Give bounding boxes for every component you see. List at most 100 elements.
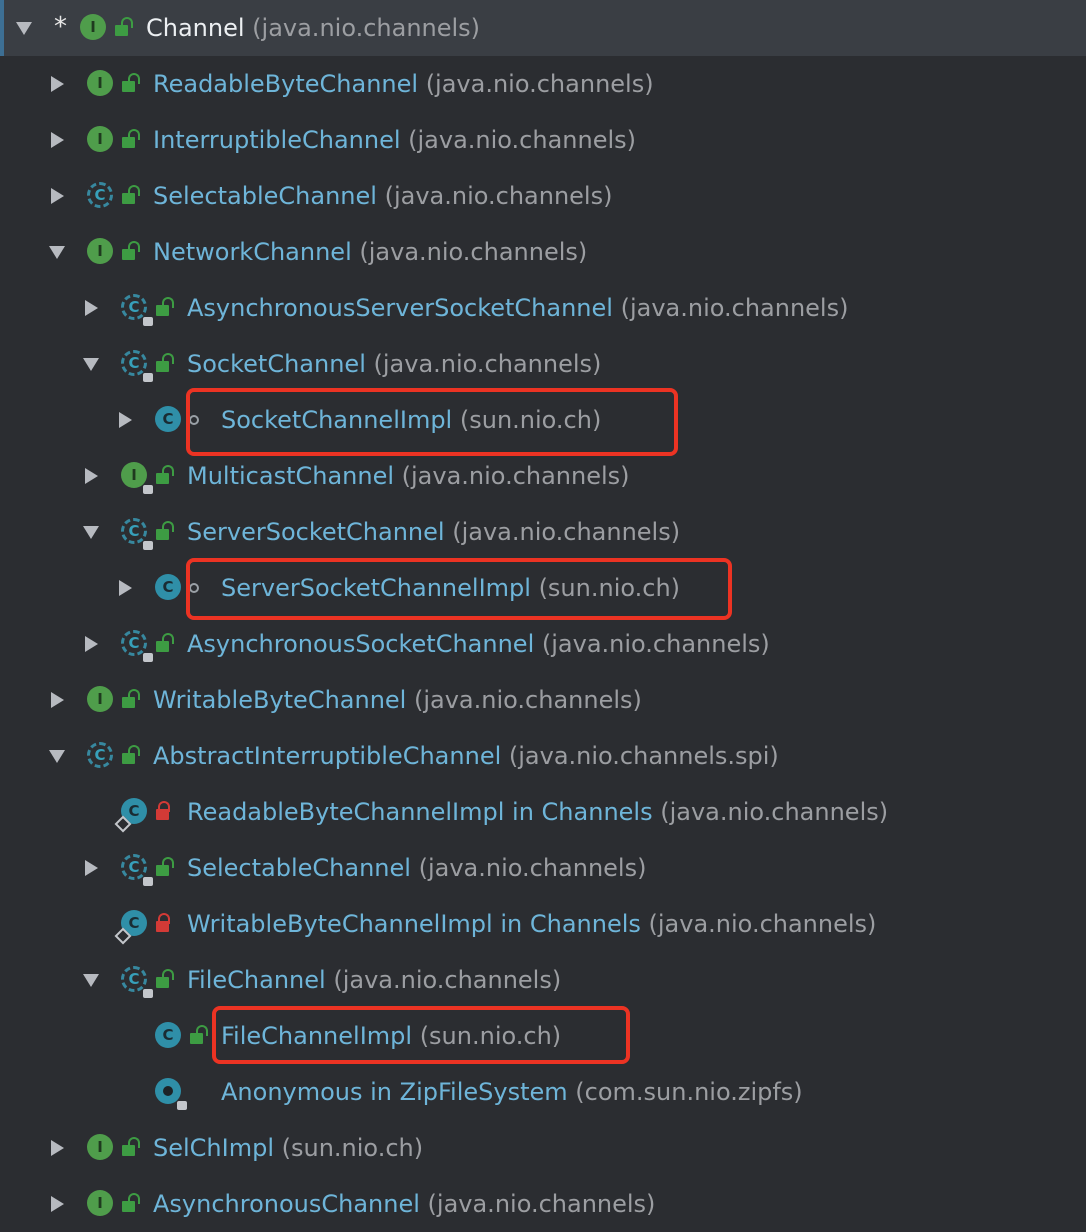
public-lock-icon — [155, 297, 174, 317]
class-name: MulticastChannel — [187, 462, 395, 490]
tree-node-label: FileChannel (java.nio.channels) — [187, 952, 561, 1008]
tree-node-interruptiblechannel[interactable]: I InterruptibleChannel (java.nio.channels… — [0, 112, 1086, 168]
abstract-class-icon: C — [121, 518, 153, 550]
tree-node-label: SelectableChannel (java.nio.channels) — [153, 168, 612, 224]
expand-arrow-right-icon[interactable] — [45, 112, 69, 168]
tree-node-asynchronoussocketchannel[interactable]: C AsynchronousSocketChannel (java.nio.cha… — [0, 616, 1086, 672]
expand-arrow-right-icon[interactable] — [79, 840, 103, 896]
package-name: (sun.nio.ch) — [452, 406, 602, 434]
tree-node-label: NetworkChannel (java.nio.channels) — [153, 224, 587, 280]
tree-node-socketchannel[interactable]: C SocketChannel (java.nio.channels) — [0, 336, 1086, 392]
package-name: (java.nio.channels) — [400, 126, 637, 154]
package-name: (java.nio.channels) — [534, 630, 770, 658]
expand-arrow-right-icon[interactable] — [79, 280, 103, 336]
expand-arrow-right-icon[interactable] — [45, 56, 69, 112]
tree-node-label: ServerSocketChannelImpl (sun.nio.ch) — [221, 560, 680, 616]
tree-node-channel[interactable]: * I Channel (java.nio.channels) — [0, 0, 1086, 56]
expand-arrow-down-icon[interactable] — [12, 0, 36, 56]
expand-arrow-right-icon[interactable] — [79, 616, 103, 672]
class-icon: C — [155, 406, 185, 436]
expand-arrow-right-icon[interactable] — [113, 392, 137, 448]
tree-node-label: SocketChannel (java.nio.channels) — [187, 336, 601, 392]
tree-node-serversocketchannelimpl[interactable]: C ServerSocketChannelImpl (sun.nio.ch) — [0, 560, 1086, 616]
class-name: FileChannelImpl — [221, 1022, 413, 1050]
package-name: (java.nio.channels) — [376, 182, 613, 210]
tree-node-label: AsynchronousSocketChannel (java.nio.chan… — [187, 616, 770, 672]
public-lock-icon — [155, 857, 174, 877]
tree-node-label: SocketChannelImpl (sun.nio.ch) — [221, 392, 601, 448]
tree-node-label: ReadableByteChannelImpl in Channels (jav… — [187, 784, 888, 840]
class-name: ServerSocketChannel — [187, 518, 445, 546]
tree-node-selectablechannel[interactable]: C SelectableChannel (java.nio.channels) — [0, 168, 1086, 224]
tree-node-networkchannel[interactable]: I NetworkChannel (java.nio.channels) — [0, 224, 1086, 280]
tree-node-label: AsynchronousServerSocketChannel (java.ni… — [187, 280, 848, 336]
public-lock-icon — [155, 353, 174, 373]
public-lock-icon — [155, 521, 174, 541]
tree-node-asynchronouschannel[interactable]: I AsynchronousChannel (java.nio.channels) — [0, 1176, 1086, 1232]
interface-icon: I — [87, 70, 117, 100]
class-name: AsynchronousServerSocketChannel — [187, 294, 613, 322]
public-lock-icon — [189, 1025, 208, 1045]
abstract-class-icon: C — [121, 966, 153, 998]
tree-node-label: SelectableChannel (java.nio.channels) — [187, 840, 646, 896]
tree-node-selectablechannel[interactable]: C SelectableChannel (java.nio.channels) — [0, 840, 1086, 896]
tree-node-socketchannelimpl[interactable]: C SocketChannelImpl (sun.nio.ch) — [0, 392, 1086, 448]
expand-arrow-down-icon[interactable] — [79, 952, 103, 1008]
class-name: SocketChannel — [187, 350, 366, 378]
expand-arrow-right-icon[interactable] — [45, 1120, 69, 1176]
tree-node-label: Channel (java.nio.channels) — [146, 0, 480, 56]
tree-node-readablebytechannelimpl-in-channels[interactable]: C ReadableByteChannelImpl in Channels (ja… — [0, 784, 1086, 840]
package-name: (java.nio.channels) — [444, 518, 681, 546]
class-icon: C — [155, 1022, 185, 1052]
class-name: WritableByteChannelImpl in Channels — [187, 910, 641, 938]
public-lock-icon — [114, 17, 133, 37]
class-name: AbstractInterruptibleChannel — [153, 742, 502, 770]
expand-arrow-right-icon[interactable] — [113, 560, 137, 616]
class-name: AsynchronousChannel — [153, 1190, 420, 1218]
package-name: (java.nio.channels) — [640, 910, 877, 938]
tree-node-multicastchannel[interactable]: I MulticastChannel (java.nio.channels) — [0, 448, 1086, 504]
public-lock-icon — [121, 241, 140, 261]
tree-node-readablebytechannel[interactable]: I ReadableByteChannel (java.nio.channels) — [0, 56, 1086, 112]
expand-arrow-right-icon[interactable] — [45, 672, 69, 728]
root-marker: * — [54, 12, 67, 42]
interface-icon: I — [87, 126, 117, 156]
public-lock-icon — [121, 745, 140, 765]
tree-node-serversocketchannel[interactable]: C ServerSocketChannel (java.nio.channels) — [0, 504, 1086, 560]
expand-arrow-down-icon[interactable] — [45, 728, 69, 784]
tree-node-writablebytechannel[interactable]: I WritableByteChannel (java.nio.channels) — [0, 672, 1086, 728]
tree-node-label: Anonymous in ZipFileSystem (com.sun.nio.… — [221, 1064, 803, 1120]
type-hierarchy-tree: * I Channel (java.nio.channels) I ReadableBy… — [0, 0, 1086, 1232]
class-name: ReadableByteChannel — [153, 70, 419, 98]
expand-arrow-down-icon[interactable] — [45, 224, 69, 280]
class-name: Anonymous in ZipFileSystem — [221, 1078, 568, 1106]
tree-node-writablebytechannelimpl-in-channels[interactable]: C WritableByteChannelImpl in Channels (ja… — [0, 896, 1086, 952]
tree-node-asynchronousserversocketchannel[interactable]: C AsynchronousServerSocketChannel (java.n… — [0, 280, 1086, 336]
package-name: (java.nio.channels) — [365, 350, 602, 378]
expand-arrow-down-icon[interactable] — [79, 336, 103, 392]
public-lock-icon — [155, 465, 174, 485]
package-private-icon — [189, 583, 199, 593]
package-name: (java.nio.channels) — [351, 238, 588, 266]
public-lock-icon — [121, 73, 140, 93]
expand-arrow-right-icon[interactable] — [45, 168, 69, 224]
expand-arrow-right-icon[interactable] — [79, 448, 103, 504]
tree-node-label: AbstractInterruptibleChannel (java.nio.c… — [153, 728, 779, 784]
abstract-class-icon: C — [121, 854, 153, 886]
package-name: (sun.nio.ch) — [412, 1022, 562, 1050]
interface-icon: I — [87, 1190, 117, 1220]
tree-node-filechannel[interactable]: C FileChannel (java.nio.channels) — [0, 952, 1086, 1008]
package-name: (sun.nio.ch) — [274, 1134, 424, 1162]
tree-node-label: InterruptibleChannel (java.nio.channels) — [153, 112, 636, 168]
interface-icon: I — [121, 462, 153, 494]
tree-node-selchimpl[interactable]: I SelChImpl (sun.nio.ch) — [0, 1120, 1086, 1176]
package-name: (java.nio.channels) — [419, 1190, 656, 1218]
tree-node-filechannelimpl[interactable]: C FileChannelImpl (sun.nio.ch) — [0, 1008, 1086, 1064]
expand-arrow-right-icon[interactable] — [45, 1176, 69, 1232]
expand-arrow-down-icon[interactable] — [79, 504, 103, 560]
tree-node-anonymous-in-zipfilesystem[interactable]: Anonymous in ZipFileSystem (com.sun.nio.… — [0, 1064, 1086, 1120]
package-name: (java.nio.channels) — [325, 966, 562, 994]
class-name: InterruptibleChannel — [153, 126, 401, 154]
tree-node-abstractinterruptiblechannel[interactable]: C AbstractInterruptibleChannel (java.nio.… — [0, 728, 1086, 784]
class-name: FileChannel — [187, 966, 326, 994]
